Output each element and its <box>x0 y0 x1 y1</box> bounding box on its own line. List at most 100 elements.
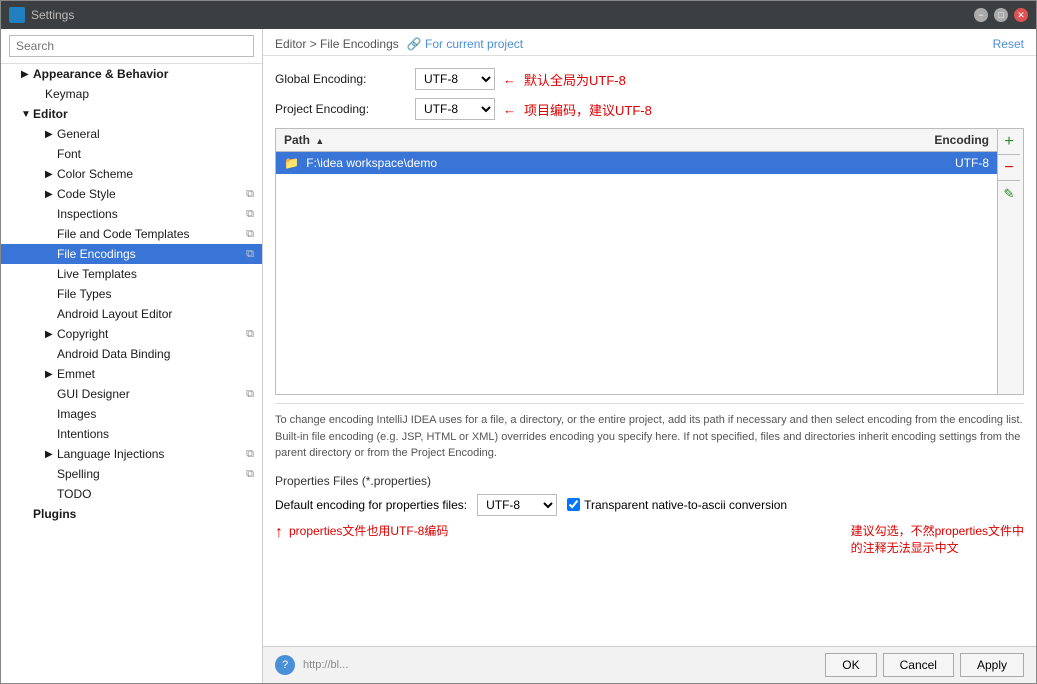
apply-button[interactable]: Apply <box>960 653 1024 677</box>
sidebar-item-inspections[interactable]: Inspections ⧉ <box>1 204 262 224</box>
sidebar-item-emmet[interactable]: ▶ Emmet <box>1 364 262 384</box>
copy-icon: ⧉ <box>246 188 254 201</box>
sidebar-item-label: Plugins <box>33 507 76 521</box>
copy-icon: ⧉ <box>246 468 254 481</box>
sidebar-item-label: Live Templates <box>57 267 137 281</box>
expand-icon: ▶ <box>45 129 57 140</box>
help-button[interactable]: ? <box>275 655 295 675</box>
sidebar-item-plugins[interactable]: Plugins <box>1 504 262 524</box>
add-path-button[interactable]: + <box>998 129 1020 155</box>
search-input[interactable] <box>9 35 254 57</box>
sidebar-item-label: File Types <box>57 287 111 301</box>
nav-tree: ▶ Appearance & Behavior Keymap ▼ Editor … <box>1 64 262 683</box>
sidebar-item-label: Images <box>57 407 96 421</box>
path-table-container: Path ▲ Encoding <box>275 128 998 395</box>
remove-path-button[interactable]: − <box>998 155 1020 181</box>
table-toolbar: + − ✎ <box>998 128 1024 395</box>
sidebar-item-livetemplates[interactable]: Live Templates <box>1 264 262 284</box>
search-box <box>1 29 262 64</box>
annotation-global-text: 默认全局为UTF-8 <box>524 70 626 89</box>
project-link[interactable]: 🔗 For current project <box>407 37 523 51</box>
sidebar-item-images[interactable]: Images <box>1 404 262 424</box>
utf8-bottom-annotation: properties文件也用UTF-8编码 <box>289 522 448 539</box>
sidebar-item-label: File Encodings <box>57 247 136 261</box>
col-encoding-header: Encoding <box>877 129 997 152</box>
transparent-checkbox[interactable] <box>567 498 580 511</box>
arrow-up-icon: ↑ <box>275 524 283 542</box>
sidebar-item-codestyle[interactable]: ▶ Code Style ⧉ <box>1 184 262 204</box>
properties-annotation-text: 建议勾选，不然properties文件中 的注释无法显示中文 <box>851 522 1024 556</box>
table-row[interactable]: 📁 F:\idea workspace\demo UTF-8 <box>276 152 997 175</box>
window-controls: − □ ✕ <box>974 8 1028 22</box>
table-empty-area <box>276 174 997 394</box>
sidebar-item-colorscheme[interactable]: ▶ Color Scheme <box>1 164 262 184</box>
sidebar-item-label: File and Code Templates <box>57 227 190 241</box>
global-encoding-row: Global Encoding: UTF-8 ← 默认全局为UTF-8 <box>275 68 1024 90</box>
copy-icon: ⧉ <box>246 388 254 401</box>
properties-section: Properties Files (*.properties) Default … <box>275 474 1024 556</box>
sidebar-item-keymap[interactable]: Keymap <box>1 84 262 104</box>
sidebar-item-label: Code Style <box>57 187 116 201</box>
bottom-annotations: ↑ properties文件也用UTF-8编码 建议勾选，不然propertie… <box>275 522 1024 556</box>
arrow-annotation-global: ← <box>503 72 516 87</box>
encoding-cell: UTF-8 <box>877 152 997 175</box>
expand-icon: ▶ <box>21 69 33 80</box>
project-encoding-label: Project Encoding: <box>275 102 415 116</box>
sidebar-item-todo[interactable]: TODO <box>1 484 262 504</box>
sidebar-item-androiddatabinding[interactable]: Android Data Binding <box>1 344 262 364</box>
copy-icon: ⧉ <box>246 228 254 241</box>
content-area: ▶ Appearance & Behavior Keymap ▼ Editor … <box>1 29 1036 683</box>
expand-icon: ▼ <box>21 109 33 120</box>
sidebar-item-label: Language Injections <box>57 447 164 461</box>
path-value: F:\idea workspace\demo <box>306 156 437 170</box>
global-encoding-select[interactable]: UTF-8 <box>415 68 495 90</box>
path-table: Path ▲ Encoding <box>276 129 997 174</box>
expand-icon: ▶ <box>45 329 57 340</box>
arrow-annotation-project: ← <box>503 102 516 117</box>
sidebar: ▶ Appearance & Behavior Keymap ▼ Editor … <box>1 29 263 683</box>
project-encoding-select[interactable]: UTF-8 <box>415 98 495 120</box>
maximize-button[interactable]: □ <box>994 8 1008 22</box>
transparent-label: Transparent native-to-ascii conversion <box>584 498 787 512</box>
main-header: Editor > File Encodings 🔗 For current pr… <box>263 29 1036 56</box>
close-button[interactable]: ✕ <box>1014 8 1028 22</box>
sidebar-item-languageinjections[interactable]: ▶ Language Injections ⧉ <box>1 444 262 464</box>
expand-icon: ▶ <box>45 369 57 380</box>
path-encoding-section: Path ▲ Encoding <box>275 128 1024 395</box>
sidebar-item-androidlayouteditor[interactable]: Android Layout Editor <box>1 304 262 324</box>
expand-icon: ▶ <box>45 169 57 180</box>
sidebar-item-filecodetemplates[interactable]: File and Code Templates ⧉ <box>1 224 262 244</box>
default-encoding-select[interactable]: UTF-8 <box>477 494 557 516</box>
sidebar-item-editor[interactable]: ▼ Editor <box>1 104 262 124</box>
sidebar-item-copyright[interactable]: ▶ Copyright ⧉ <box>1 324 262 344</box>
sidebar-item-label: Font <box>57 147 81 161</box>
main-panel: Editor > File Encodings 🔗 For current pr… <box>263 29 1036 683</box>
sidebar-item-label: Emmet <box>57 367 95 381</box>
sidebar-item-appearance[interactable]: ▶ Appearance & Behavior <box>1 64 262 84</box>
cancel-button[interactable]: Cancel <box>883 653 954 677</box>
sidebar-item-label: TODO <box>57 487 91 501</box>
app-icon <box>9 7 25 23</box>
sidebar-item-intentions[interactable]: Intentions <box>1 424 262 444</box>
main-content: Global Encoding: UTF-8 ← 默认全局为UTF-8 Proj… <box>263 56 1036 646</box>
expand-icon: ▶ <box>45 189 57 200</box>
reset-button[interactable]: Reset <box>993 37 1024 51</box>
description-text: To change encoding IntelliJ IDEA uses fo… <box>275 403 1024 462</box>
expand-icon: ▶ <box>45 449 57 460</box>
edit-path-button[interactable]: ✎ <box>998 181 1020 207</box>
properties-row: Default encoding for properties files: U… <box>275 494 1024 516</box>
sidebar-item-filetypes[interactable]: File Types <box>1 284 262 304</box>
properties-annotation: 建议勾选，不然properties文件中 的注释无法显示中文 <box>851 522 1024 556</box>
sidebar-item-fileencodings[interactable]: File Encodings ⧉ <box>1 244 262 264</box>
title-bar: Settings − □ ✕ <box>1 1 1036 29</box>
sidebar-item-guidesigner[interactable]: GUI Designer ⧉ <box>1 384 262 404</box>
sidebar-item-label: GUI Designer <box>57 387 130 401</box>
sidebar-item-font[interactable]: Font <box>1 144 262 164</box>
breadcrumb-editor: Editor <box>275 37 306 51</box>
sidebar-item-label: Copyright <box>57 327 108 341</box>
sidebar-item-general[interactable]: ▶ General <box>1 124 262 144</box>
ok-button[interactable]: OK <box>825 653 876 677</box>
sidebar-item-spelling[interactable]: Spelling ⧉ <box>1 464 262 484</box>
col-path-header: Path ▲ <box>276 129 877 152</box>
minimize-button[interactable]: − <box>974 8 988 22</box>
